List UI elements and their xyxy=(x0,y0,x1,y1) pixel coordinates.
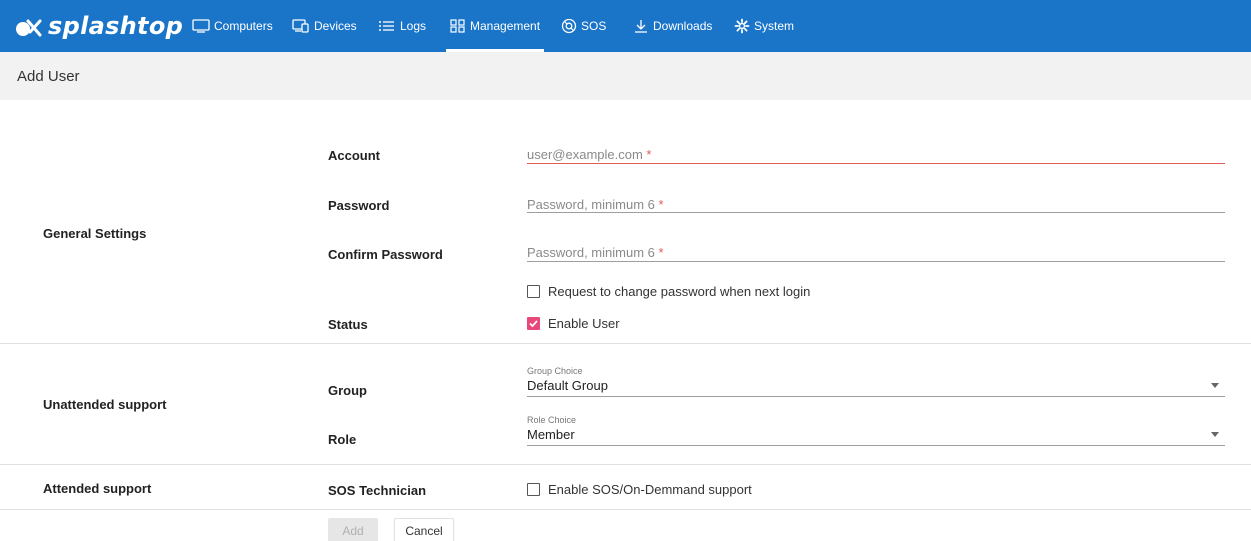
nav-logs[interactable]: Logs xyxy=(378,0,426,52)
top-navigation-bar: splashtop Computers Devices Logs Managem… xyxy=(0,0,1251,52)
account-label: Account xyxy=(328,148,380,163)
nav-devices[interactable]: Devices xyxy=(292,0,357,52)
dropdown-arrow-icon xyxy=(1211,432,1219,437)
nav-label: System xyxy=(754,19,795,33)
nav-label: Management xyxy=(470,19,541,33)
group-select-value: Default Group xyxy=(527,378,608,393)
group-select-caption: Group Choice xyxy=(527,366,583,376)
checkmark-icon xyxy=(529,320,538,328)
role-select-caption: Role Choice xyxy=(527,415,577,425)
dropdown-arrow-icon xyxy=(1211,383,1219,388)
role-label: Role xyxy=(328,432,357,447)
enable-user-checkbox[interactable] xyxy=(527,317,540,330)
splashtop-logo-icon xyxy=(16,15,42,37)
group-label: Group xyxy=(328,383,367,398)
nav-system[interactable]: System xyxy=(734,0,794,52)
add-button[interactable]: Add xyxy=(328,518,378,541)
nav-label: Computers xyxy=(214,19,273,33)
enable-sos-checkbox-row[interactable]: Enable SOS/On-Demmand support xyxy=(527,482,752,497)
enable-user-checkbox-row[interactable]: Enable User xyxy=(527,316,620,331)
role-select-value: Member xyxy=(527,427,575,442)
status-label: Status xyxy=(328,317,368,332)
list-icon xyxy=(378,19,396,33)
page-title: Add User xyxy=(17,68,80,85)
brand-name: splashtop xyxy=(48,12,184,40)
password-label: Password xyxy=(328,198,390,213)
section-divider xyxy=(0,509,1251,510)
download-icon xyxy=(633,18,649,34)
section-divider xyxy=(0,343,1251,344)
confirm-password-label: Confirm Password xyxy=(328,247,443,262)
nav-label: Devices xyxy=(314,19,357,33)
password-input[interactable] xyxy=(527,191,1225,213)
gear-icon xyxy=(734,18,750,34)
monitor-icon xyxy=(192,19,210,33)
change-password-label: Request to change password when next log… xyxy=(548,284,811,299)
enable-sos-checkbox[interactable] xyxy=(527,483,540,496)
cancel-button[interactable]: Cancel xyxy=(394,518,454,541)
page-header: Add User xyxy=(0,52,1251,100)
role-select[interactable]: Role Choice Member xyxy=(527,415,1225,446)
nav-computers[interactable]: Computers xyxy=(192,0,273,52)
group-select[interactable]: Group Choice Default Group xyxy=(527,366,1225,397)
change-password-checkbox-row[interactable]: Request to change password when next log… xyxy=(527,284,810,299)
nav-label: Logs xyxy=(400,19,427,33)
nav-label: Downloads xyxy=(653,19,713,33)
section-divider xyxy=(0,464,1251,465)
section-attended-support: Attended support xyxy=(43,481,152,496)
sos-technician-label: SOS Technician xyxy=(328,483,427,498)
enable-user-label: Enable User xyxy=(548,316,620,331)
nav-sos[interactable]: SOS xyxy=(561,0,606,52)
nav-downloads[interactable]: Downloads xyxy=(633,0,712,52)
nav-label: SOS xyxy=(581,19,607,33)
lifebuoy-icon xyxy=(561,18,577,34)
change-password-checkbox[interactable] xyxy=(527,285,540,298)
enable-sos-label: Enable SOS/On-Demmand support xyxy=(548,482,752,497)
account-input[interactable] xyxy=(527,142,1225,164)
confirm-password-input[interactable] xyxy=(527,240,1225,262)
grid-icon xyxy=(450,19,466,33)
devices-icon xyxy=(292,19,310,33)
nav-management[interactable]: Management xyxy=(445,0,545,52)
splashtop-logo[interactable]: splashtop xyxy=(16,12,183,40)
section-general-settings: General Settings xyxy=(43,226,147,241)
section-unattended-support: Unattended support xyxy=(43,397,167,412)
